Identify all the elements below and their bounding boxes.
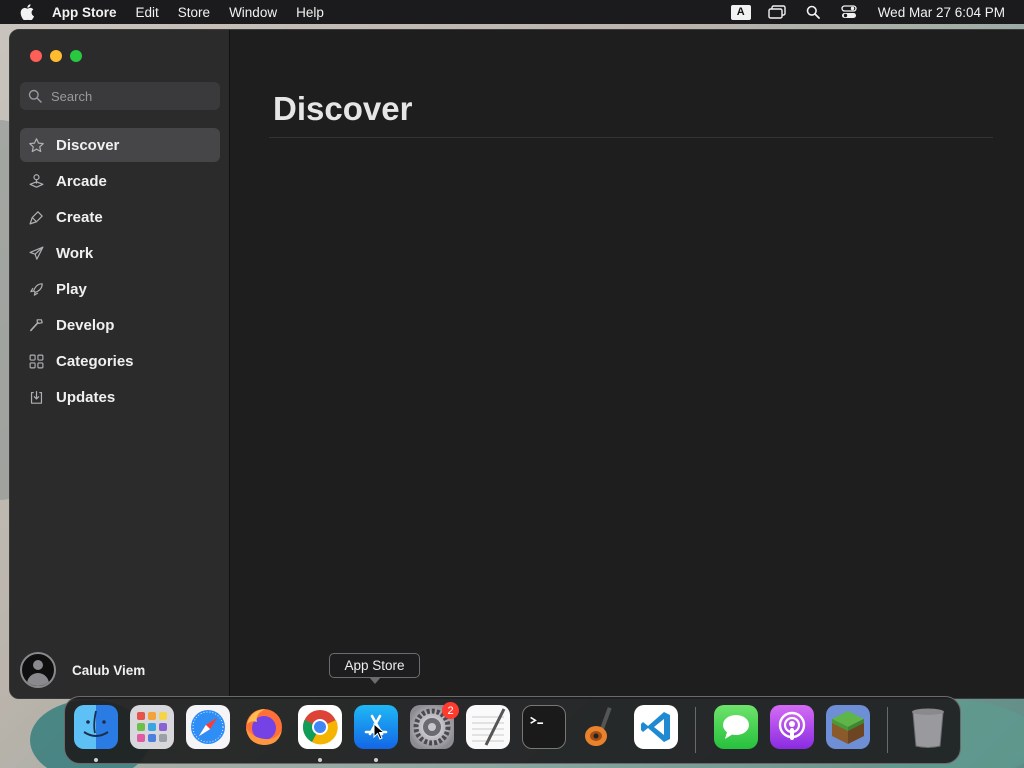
dock: 2 [64,696,961,764]
menu-bar: App Store Edit Store Window Help A Wed M… [0,0,1024,24]
app-store-window: Discover Arcade Create Work [9,29,1024,699]
rocket-icon [26,279,46,299]
launchpad-icon[interactable] [130,705,174,749]
user-name: Calub Viem [72,662,146,678]
window-controls [30,50,82,62]
sidebar-item-discover[interactable]: Discover [20,128,220,162]
sidebar-item-label: Updates [56,388,116,406]
control-center-icon[interactable] [838,4,860,20]
sidebar-item-label: Create [56,208,103,226]
safari-icon[interactable] [186,705,230,749]
sidebar-item-arcade[interactable]: Arcade [20,164,220,198]
mouse-cursor-icon [373,723,385,740]
star-icon [26,135,46,155]
sidebar-item-label: Discover [56,136,120,154]
joystick-icon [26,171,46,191]
paper-plane-icon [26,243,46,263]
menu-window[interactable]: Window [229,5,277,20]
minecraft-icon[interactable] [826,705,870,749]
vscode-icon[interactable] [634,705,678,749]
firefox-icon[interactable] [242,705,286,749]
running-indicator [94,758,98,762]
search-icon [28,89,42,103]
sidebar-nav: Discover Arcade Create Work Play Develop… [20,128,220,416]
menu-app-name[interactable]: App Store [52,5,117,20]
menu-help[interactable]: Help [296,5,324,20]
avatar [20,652,56,688]
account-button[interactable]: Calub Viem [20,652,145,688]
running-indicator [374,758,378,762]
notification-badge: 2 [442,702,459,719]
sidebar-item-label: Play [56,280,87,298]
spotlight-search-icon[interactable] [802,4,824,20]
messages-icon[interactable] [714,705,758,749]
terminal-icon[interactable] [522,705,566,749]
sidebar-item-work[interactable]: Work [20,236,220,270]
keyboard-indicator: A [730,4,751,20]
finder-icon[interactable] [74,705,118,749]
main-content: Discover [231,30,1024,698]
sidebar-item-develop[interactable]: Develop [20,308,220,342]
podcasts-icon[interactable] [770,705,814,749]
sidebar-item-label: Categories [56,352,134,370]
running-indicator [318,758,322,762]
sidebar-item-label: Develop [56,316,115,334]
sidebar-item-label: Work [56,244,94,262]
sidebar-item-label: Arcade [56,172,107,190]
download-icon [26,387,46,407]
screen-mirroring-icon[interactable] [766,4,788,20]
keyboard-input-icon[interactable]: A [730,4,752,20]
page-title: Discover [273,90,413,127]
close-window-button[interactable] [30,50,42,62]
apple-menu-icon[interactable] [18,3,36,21]
chrome-icon[interactable] [298,705,342,749]
title-divider [269,137,993,138]
hammer-icon [26,315,46,335]
search-field[interactable] [20,82,220,110]
menu-clock[interactable]: Wed Mar 27 6:04 PM [878,5,1005,20]
garageband-icon[interactable] [578,705,622,749]
sidebar: Discover Arcade Create Work [10,30,230,698]
menu-edit[interactable]: Edit [136,5,159,20]
dock-tooltip: App Store [329,653,420,684]
sidebar-item-updates[interactable]: Updates [20,380,220,414]
trash-icon[interactable] [906,705,950,749]
brush-icon [26,207,46,227]
sidebar-item-categories[interactable]: Categories [20,344,220,378]
zoom-window-button[interactable] [70,50,82,62]
menu-store[interactable]: Store [178,5,210,20]
textedit-icon[interactable] [466,705,510,749]
sidebar-item-play[interactable]: Play [20,272,220,306]
search-input[interactable] [51,88,201,104]
sidebar-item-create[interactable]: Create [20,200,220,234]
grid-icon [26,351,46,371]
dock-separator [695,707,696,753]
minimize-window-button[interactable] [50,50,62,62]
dock-separator [887,707,888,753]
